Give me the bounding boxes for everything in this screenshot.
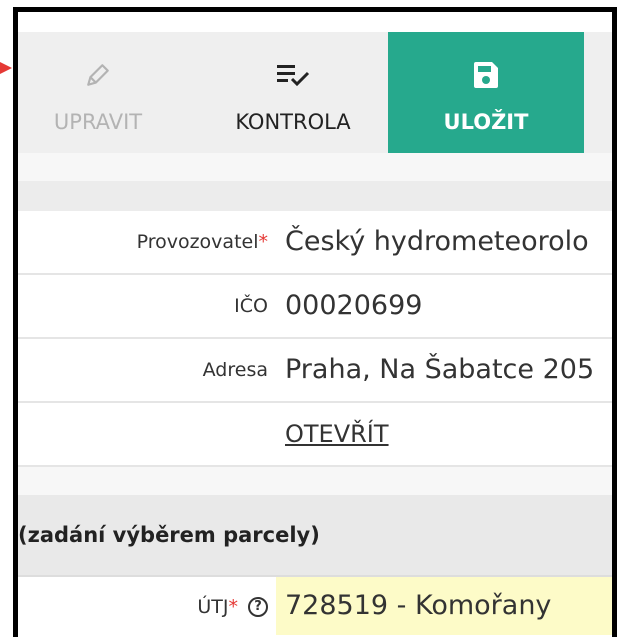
- section-header: (zadání výběrem parcely): [18, 495, 612, 577]
- provozovatel-value: Český hydrometeorolo: [285, 226, 589, 257]
- checklist-icon: [198, 58, 388, 92]
- section-header-band: [18, 181, 612, 211]
- ulozit-label: ULOŽIT: [443, 110, 529, 134]
- ico-value: 00020699: [285, 290, 423, 321]
- adresa-value: Praha, Na Šabatce 205: [285, 354, 595, 385]
- toolbar: UPRAVIT KONTROLA ULOŽIT: [18, 32, 612, 153]
- adresa-label: Adresa: [202, 359, 268, 381]
- form-row-provozovatel: Provozovatel* Český hydrometeorolo: [18, 211, 612, 275]
- required-mark: *: [228, 596, 239, 618]
- form-row-adresa: Adresa Praha, Na Šabatce 205: [18, 339, 612, 403]
- required-mark: *: [258, 231, 269, 253]
- screenshot-frame: UPRAVIT KONTROLA ULOŽIT Provozovatel* Če…: [13, 7, 617, 637]
- section-title: (zadání výběrem parcely): [18, 523, 320, 547]
- kontrola-label: KONTROLA: [235, 110, 351, 134]
- utj-label: ÚTJ* ?: [197, 577, 268, 637]
- upravit-button[interactable]: UPRAVIT: [18, 32, 178, 153]
- pencil-icon: [18, 58, 178, 92]
- form-row-open: OTEVŘÍT: [18, 403, 612, 467]
- provozovatel-label-text: Provozovatel: [136, 231, 259, 253]
- open-link[interactable]: OTEVŘÍT: [285, 403, 389, 465]
- utj-input[interactable]: 728519 - Komořany: [276, 577, 612, 635]
- form-row-utj: ÚTJ* ? 728519 - Komořany: [18, 577, 612, 637]
- upravit-label: UPRAVIT: [53, 110, 143, 134]
- spacer: [18, 153, 612, 181]
- provozovatel-label: Provozovatel*: [137, 211, 268, 273]
- spacer: [18, 467, 612, 495]
- save-icon: [388, 58, 584, 92]
- utj-label-text: ÚTJ: [197, 596, 229, 618]
- ico-label: IČO: [234, 295, 268, 317]
- help-circle-icon[interactable]: ?: [248, 597, 268, 617]
- ulozit-button[interactable]: ULOŽIT: [388, 32, 584, 153]
- form-row-ico: IČO 00020699: [18, 275, 612, 339]
- kontrola-button[interactable]: KONTROLA: [198, 32, 388, 153]
- annotation-arrow-icon: [0, 62, 12, 74]
